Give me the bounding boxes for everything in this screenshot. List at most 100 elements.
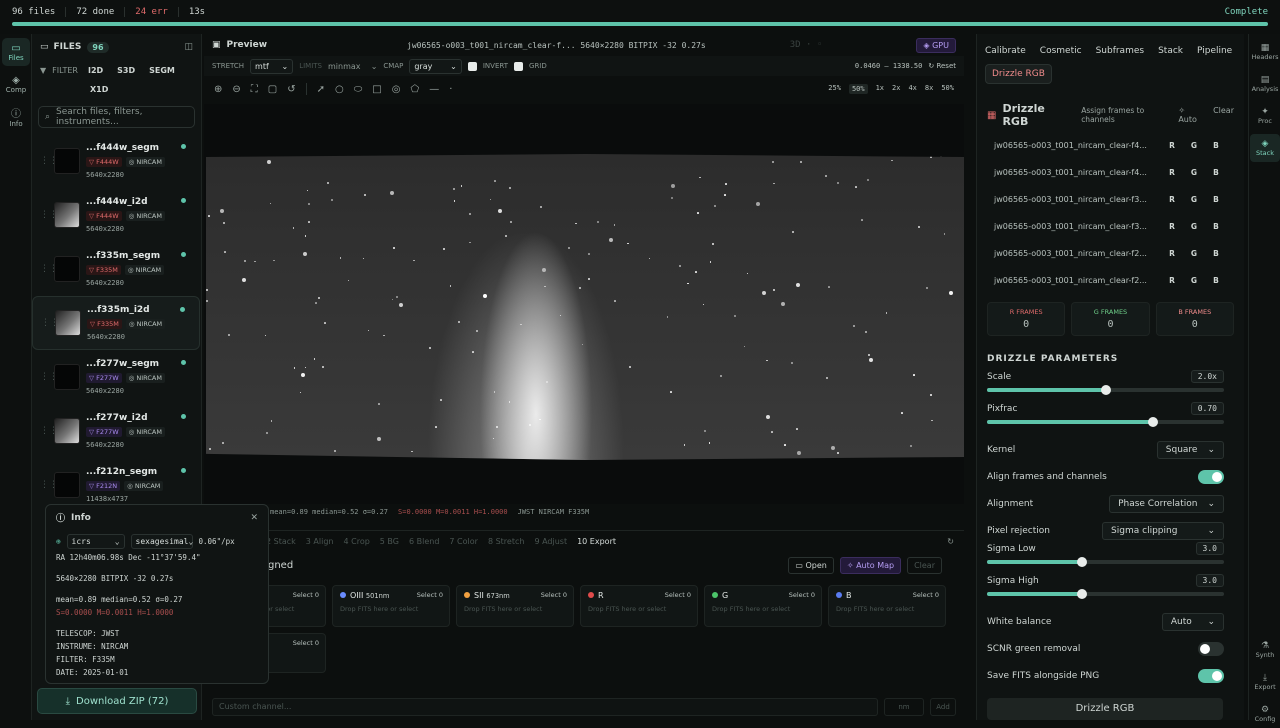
rotate-icon[interactable]: ↺ bbox=[287, 84, 295, 95]
drizzle-rgb-button[interactable]: Drizzle RGB bbox=[987, 698, 1223, 720]
clear-assign-button[interactable]: Clear bbox=[1213, 106, 1234, 124]
rail-stack-button[interactable]: ◈ Stack bbox=[1250, 134, 1280, 162]
drag-handle-icon[interactable]: ⋮⋮ bbox=[40, 210, 58, 220]
channel-select[interactable]: Select 0 bbox=[417, 591, 443, 599]
file-item[interactable]: ⋮⋮ ...f277w_i2d ▽ F277W ◎ NIRCAM 5640x22… bbox=[32, 404, 200, 458]
filter-chip-i2d[interactable]: I2D bbox=[84, 64, 107, 77]
pipeline-step[interactable]: 6 Blend bbox=[409, 537, 439, 546]
channel-select[interactable]: Select 0 bbox=[665, 591, 691, 599]
align-toggle[interactable] bbox=[1198, 469, 1224, 484]
rail-files-button[interactable]: ▭ Files bbox=[2, 38, 30, 66]
file-search-input[interactable]: ⌕ Search files, filters, instruments... bbox=[38, 106, 195, 128]
assign-b-button[interactable]: B bbox=[1205, 141, 1227, 150]
assign-b-button[interactable]: B bbox=[1205, 276, 1227, 285]
channel-slot[interactable]: SII 673nm Select 0 Drop FITS here or sel… bbox=[456, 585, 574, 627]
channel-select[interactable]: Select 0 bbox=[541, 591, 567, 599]
kernel-select[interactable]: Square ⌄ bbox=[1156, 440, 1224, 459]
open-button[interactable]: ▭ Open bbox=[788, 556, 834, 574]
collapse-panel-icon[interactable]: ◫ bbox=[184, 42, 193, 52]
zoom-50[interactable]: 50% bbox=[848, 84, 868, 94]
reset-button[interactable]: ↻ Reset bbox=[928, 62, 956, 70]
rectangle-icon[interactable]: □ bbox=[372, 84, 381, 95]
slider-handle[interactable] bbox=[1100, 385, 1111, 395]
pipeline-step[interactable]: 8 Stretch bbox=[488, 537, 525, 546]
rail-info-button[interactable]: ⓘ Info bbox=[2, 102, 30, 130]
point-icon[interactable]: · bbox=[449, 84, 452, 95]
tab-subframes[interactable]: Subframes bbox=[1096, 42, 1145, 60]
zoom-2x[interactable]: 2x bbox=[892, 84, 900, 94]
drag-handle-icon[interactable]: ⋮⋮ bbox=[41, 318, 59, 328]
sigma-high-slider[interactable]: Sigma High 3.0 bbox=[977, 574, 1244, 608]
pixfrac-slider[interactable]: Pixfrac 0.70 bbox=[977, 402, 1244, 436]
scale-slider[interactable]: Scale 2.0x bbox=[977, 370, 1244, 404]
filter-chip-s3d[interactable]: S3D bbox=[113, 64, 139, 77]
zoom-8x[interactable]: 8x bbox=[925, 84, 933, 94]
zoom-25[interactable]: 25% bbox=[828, 84, 841, 94]
scnr-toggle[interactable] bbox=[1198, 641, 1224, 656]
tab-drizzle-rgb[interactable]: Drizzle RGB bbox=[985, 64, 1052, 84]
assign-g-button[interactable]: G bbox=[1183, 195, 1205, 204]
save-fits-toggle[interactable] bbox=[1198, 668, 1224, 683]
pipeline-step[interactable]: 10 Export bbox=[577, 537, 616, 546]
assign-g-button[interactable]: G bbox=[1183, 222, 1205, 231]
tab-pipeline[interactable]: Pipeline bbox=[1197, 42, 1232, 60]
channel-select[interactable]: Select 0 bbox=[293, 591, 319, 599]
target-icon[interactable]: ◎ bbox=[392, 84, 401, 95]
assign-g-button[interactable]: G bbox=[1183, 141, 1205, 150]
filter-chip-segm[interactable]: SEGM bbox=[145, 64, 179, 77]
coord-frame-select[interactable]: icrs ⌄ bbox=[66, 534, 125, 549]
stretch-select[interactable]: mtf ⌄ bbox=[250, 58, 294, 74]
channel-slot[interactable]: OIII 501nm Select 0 Drop FITS here or se… bbox=[332, 585, 450, 627]
crop-icon[interactable]: ▢ bbox=[268, 84, 277, 95]
rejection-select[interactable]: Sigma clipping ⌄ bbox=[1102, 521, 1224, 540]
zoom-1x[interactable]: 1x bbox=[876, 84, 884, 94]
assign-g-button[interactable]: G bbox=[1183, 168, 1205, 177]
slider-handle[interactable] bbox=[1076, 589, 1087, 599]
limits-select[interactable]: minmax ⌄ bbox=[328, 62, 377, 71]
pipeline-step[interactable]: 2 Stack bbox=[266, 537, 296, 546]
rail-export-button[interactable]: ⤓ Export bbox=[1250, 668, 1280, 696]
nm-button[interactable]: nm bbox=[884, 698, 924, 716]
assign-b-button[interactable]: B bbox=[1205, 195, 1227, 204]
assign-r-button[interactable]: R bbox=[1161, 276, 1183, 285]
assign-r-button[interactable]: R bbox=[1161, 222, 1183, 231]
channel-slot[interactable]: R Select 0 Drop FITS here or select bbox=[580, 585, 698, 627]
channel-select[interactable]: Select 0 bbox=[789, 591, 815, 599]
slider-handle[interactable] bbox=[1147, 417, 1158, 427]
assign-b-button[interactable]: B bbox=[1205, 222, 1227, 231]
slider-handle[interactable] bbox=[1076, 557, 1087, 567]
assign-r-button[interactable]: R bbox=[1161, 168, 1183, 177]
drag-handle-icon[interactable]: ⋮⋮ bbox=[40, 480, 58, 490]
gpu-badge[interactable]: ◈ GPU bbox=[916, 37, 956, 53]
tab-calibrate[interactable]: Calibrate bbox=[985, 42, 1026, 60]
auto-assign-button[interactable]: ✧ Auto bbox=[1178, 106, 1205, 124]
pipeline-step[interactable]: 9 Adjust bbox=[534, 537, 567, 546]
assign-b-button[interactable]: B bbox=[1205, 249, 1227, 258]
rail-comp-button[interactable]: ◈ Comp bbox=[2, 70, 30, 98]
assign-g-button[interactable]: G bbox=[1183, 249, 1205, 258]
file-item[interactable]: ⋮⋮ ...f335m_i2d ▽ F335M ◎ NIRCAM 5640x22… bbox=[32, 296, 200, 350]
assign-g-button[interactable]: G bbox=[1183, 276, 1205, 285]
pipeline-step[interactable]: 4 Crop bbox=[343, 537, 369, 546]
custom-channel-input[interactable]: Custom channel... bbox=[212, 698, 878, 716]
add-channel-button[interactable]: Add bbox=[930, 698, 956, 716]
assign-b-button[interactable]: B bbox=[1205, 168, 1227, 177]
channel-slot[interactable]: B Select 0 Drop FITS here or select bbox=[828, 585, 946, 627]
zoom-out-icon[interactable]: ⊖ bbox=[232, 84, 240, 95]
pipeline-step[interactable]: 3 Align bbox=[306, 537, 334, 546]
rail-headers-button[interactable]: ▦ Headers bbox=[1250, 38, 1280, 66]
drag-handle-icon[interactable]: ⋮⋮ bbox=[40, 372, 58, 382]
tab-stack[interactable]: Stack bbox=[1158, 42, 1183, 60]
channel-select[interactable]: Select 0 bbox=[913, 591, 939, 599]
refresh-icon[interactable]: ↻ bbox=[947, 537, 954, 546]
pipeline-step[interactable]: 7 Color bbox=[449, 537, 478, 546]
white-balance-select[interactable]: Auto ⌄ bbox=[1161, 612, 1224, 631]
3d-toggle[interactable]: 3D · ◦ bbox=[790, 40, 823, 50]
coord-format-select[interactable]: sexagesimal ⌄ bbox=[130, 534, 193, 549]
polygon-icon[interactable]: ⬠ bbox=[410, 84, 419, 95]
close-icon[interactable]: ✕ bbox=[250, 513, 258, 523]
ellipse-icon[interactable]: ⬭ bbox=[354, 84, 363, 95]
file-item[interactable]: ⋮⋮ ...f277w_segm ▽ F277W ◎ NIRCAM 5640x2… bbox=[32, 350, 200, 404]
rail-analysis-button[interactable]: ▤ Analysis bbox=[1250, 70, 1280, 98]
invert-checkbox[interactable] bbox=[467, 61, 477, 71]
